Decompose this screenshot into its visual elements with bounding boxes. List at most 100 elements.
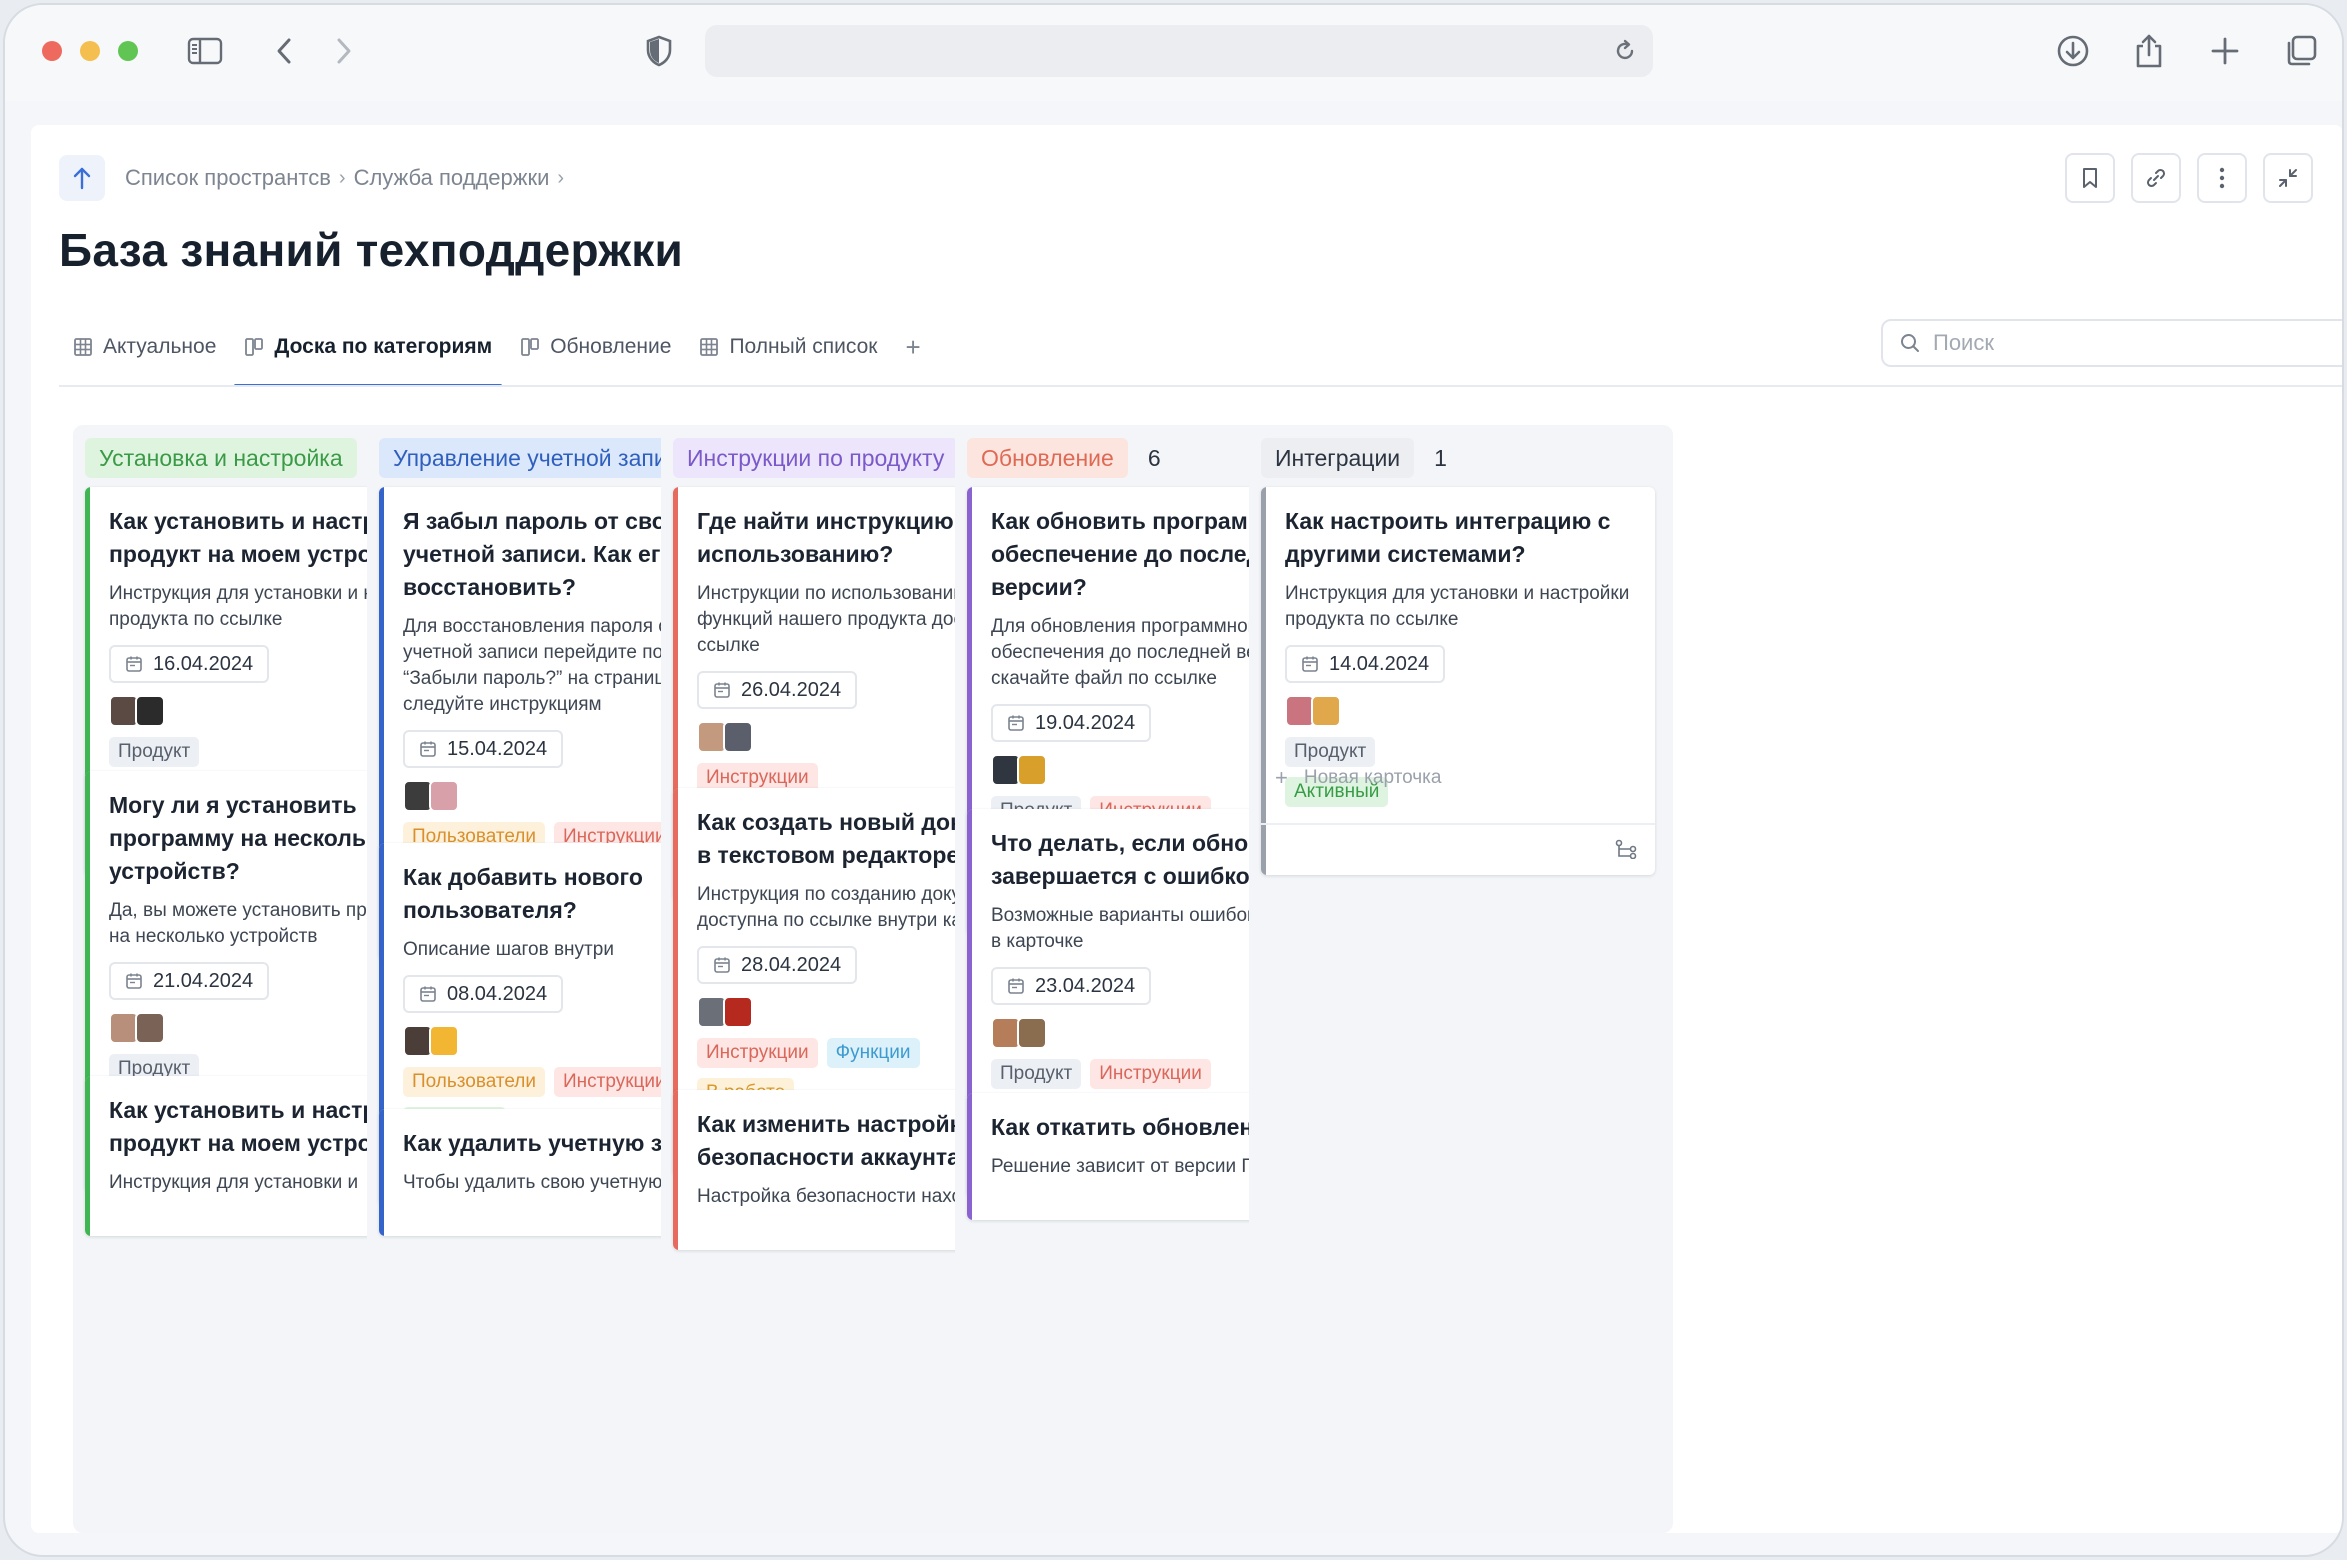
search-input[interactable]: Поиск [1881, 319, 2342, 367]
avatar[interactable] [429, 1025, 459, 1057]
browser-toolbar [5, 5, 2342, 101]
tab-label: Доска по категориям [274, 335, 493, 358]
search-placeholder: Поиск [1933, 330, 1994, 355]
calendar-icon [420, 986, 436, 1002]
card-stripe [379, 1109, 384, 1236]
chevron-right-icon: › [338, 166, 346, 189]
tab-full-list[interactable]: Полный список [685, 321, 891, 373]
tag[interactable]: Продукт [109, 737, 200, 767]
calendar-icon [1302, 656, 1318, 672]
card-footer [1261, 823, 1655, 875]
card-date-value: 14.04.2024 [1329, 652, 1430, 675]
bookmark-button[interactable] [2065, 153, 2115, 203]
avatar[interactable] [1017, 1017, 1047, 1049]
tab-actual[interactable]: Актуальное [59, 321, 230, 373]
column-count: 6 [1147, 444, 1161, 471]
card-date[interactable]: 15.04.2024 [403, 730, 564, 768]
card-date-value: 08.04.2024 [447, 982, 548, 1005]
table-icon [74, 338, 92, 356]
tab-label: Актуальное [103, 335, 217, 358]
tag[interactable]: Продукт [1285, 737, 1376, 767]
breadcrumb-spaces-list[interactable]: Список пространтсв [125, 165, 331, 191]
card-stripe [673, 1090, 678, 1250]
tag[interactable]: Инструкции [554, 1067, 675, 1097]
shield-icon[interactable] [641, 33, 677, 69]
sidebar-toggle-icon[interactable] [185, 33, 225, 69]
tab-update[interactable]: Обновление [506, 321, 685, 373]
reload-icon[interactable] [1613, 39, 1637, 68]
plus-icon: + [1275, 765, 1288, 790]
tag[interactable]: Функции [826, 1038, 920, 1068]
link-icon [2146, 168, 2166, 188]
card-date[interactable]: 14.04.2024 [1285, 645, 1446, 683]
card-date-value: 28.04.2024 [741, 953, 842, 976]
avatar[interactable] [723, 996, 753, 1028]
board-icon [521, 338, 540, 356]
avatar[interactable] [1311, 695, 1341, 727]
browser-window: Список пространтсв › Служба поддержки › … [3, 3, 2344, 1557]
copy-link-button[interactable] [2131, 153, 2181, 203]
breadcrumb-support-service[interactable]: Служба поддержки [354, 165, 550, 191]
tag[interactable]: Пользователи [403, 1067, 546, 1097]
address-bar[interactable] [705, 25, 1653, 77]
card-date-value: 15.04.2024 [447, 737, 548, 760]
avatar[interactable] [135, 1012, 165, 1044]
page-title: База знаний техподдержки [59, 224, 684, 276]
card-date-value: 16.04.2024 [153, 652, 254, 675]
more-options-button[interactable] [2197, 153, 2247, 203]
search-icon [1901, 334, 1919, 352]
new-card-button[interactable]: + Новая карточка [1275, 765, 1441, 791]
knowledge-base-app: Список пространтсв › Служба поддержки › … [31, 125, 2342, 1533]
card-date[interactable]: 28.04.2024 [697, 946, 858, 984]
new-tab-icon[interactable] [2207, 33, 2243, 69]
avatar[interactable] [723, 721, 753, 753]
card-date[interactable]: 21.04.2024 [109, 962, 270, 1000]
minimize-window-button[interactable] [80, 41, 100, 61]
avatar[interactable] [429, 780, 459, 812]
card-date-value: 19.04.2024 [1035, 711, 1136, 734]
back-icon[interactable] [269, 33, 299, 69]
column-label[interactable]: Инструкции по продукту [673, 438, 959, 478]
collapse-icon [2279, 169, 2297, 187]
tag[interactable]: Инструкции [1090, 1059, 1211, 1089]
tab-board-by-category[interactable]: Доска по категориям [230, 321, 506, 387]
chevron-right-icon: › [557, 166, 565, 189]
zoom-window-button[interactable] [118, 41, 138, 61]
column-header: Интеграции 1 [1261, 438, 1447, 478]
navigate-up-button[interactable] [59, 155, 105, 201]
tabs-divider [59, 385, 2342, 387]
card-date[interactable]: 26.04.2024 [697, 671, 858, 709]
kanban-card[interactable]: Как настроить интеграцию с другими систе… [1261, 487, 1655, 875]
column-label[interactable]: Обновление [967, 438, 1128, 478]
calendar-icon [714, 957, 730, 973]
tab-overview-icon[interactable] [2281, 33, 2321, 69]
forward-icon[interactable] [329, 33, 359, 69]
share-icon[interactable] [2131, 33, 2167, 69]
card-assignees[interactable] [1285, 695, 1635, 727]
column-header: Инструкции по продукту8 [673, 438, 991, 478]
collapse-button[interactable] [2263, 153, 2313, 203]
card-date[interactable]: 16.04.2024 [109, 645, 270, 683]
tab-label: Полный список [729, 335, 878, 358]
tag[interactable]: Продукт [991, 1059, 1082, 1089]
calendar-icon [1008, 715, 1024, 731]
card-title[interactable]: Как настроить интеграцию с другими систе… [1285, 505, 1635, 571]
tag[interactable]: Инструкции [697, 1038, 818, 1068]
avatar[interactable] [1017, 754, 1047, 786]
column-label[interactable]: Установка и настройка [85, 438, 357, 478]
add-view-button[interactable]: + [891, 321, 934, 373]
subtasks-button[interactable] [1615, 839, 1637, 864]
column-count: 1 [1434, 444, 1447, 471]
page-actions [2065, 153, 2313, 203]
close-window-button[interactable] [42, 41, 62, 61]
card-date[interactable]: 19.04.2024 [991, 704, 1152, 742]
download-icon[interactable] [2055, 33, 2091, 69]
card-date[interactable]: 08.04.2024 [403, 975, 564, 1013]
card-date[interactable]: 23.04.2024 [991, 967, 1152, 1005]
avatar[interactable] [135, 695, 165, 727]
bookmark-icon [2083, 168, 2097, 188]
tab-label: Обновление [550, 335, 672, 358]
calendar-icon [126, 973, 142, 989]
column-label[interactable]: Интеграции [1261, 438, 1415, 478]
card-date-value: 26.04.2024 [741, 678, 842, 701]
